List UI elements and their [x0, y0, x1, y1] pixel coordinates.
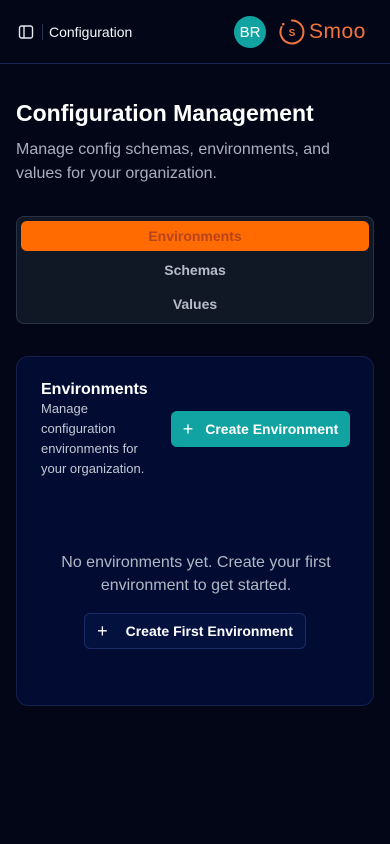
empty-state-message: No environments yet. Create your first e…	[61, 554, 331, 594]
config-tabs: Environments Schemas Values	[16, 216, 374, 324]
environments-card: Environments Manage configuration enviro…	[16, 356, 374, 706]
page-title: Configuration Management	[16, 100, 314, 126]
create-first-environment-button[interactable]: + Create First Environment	[84, 613, 306, 649]
create-environment-button[interactable]: + Create Environment	[171, 411, 350, 447]
tab-environments[interactable]: Environments	[21, 221, 369, 251]
create-environment-label: Create Environment	[205, 421, 339, 437]
plus-icon: +	[182, 419, 194, 439]
tab-schemas[interactable]: Schemas	[21, 255, 369, 285]
card-description: Manage configuration environments for yo…	[41, 401, 145, 476]
brand-logo[interactable]: S Smoo	[278, 16, 366, 48]
plus-icon: +	[97, 621, 108, 641]
page-subtitle: Manage config schemas, environments, and…	[16, 141, 330, 182]
smoo-logo-icon: S	[279, 19, 305, 45]
avatar[interactable]: BR	[234, 16, 266, 48]
card-title: Environments	[41, 381, 148, 398]
svg-text:S: S	[289, 28, 296, 39]
topbar-divider	[42, 24, 43, 40]
breadcrumb: Configuration	[49, 24, 133, 40]
top-bar: Configuration BR S Smoo	[0, 0, 390, 64]
brand-name: Smoo	[309, 20, 366, 43]
tab-values[interactable]: Values	[21, 289, 369, 319]
create-first-environment-label: Create First Environment	[125, 623, 293, 639]
sidebar-toggle-icon[interactable]	[16, 22, 36, 42]
